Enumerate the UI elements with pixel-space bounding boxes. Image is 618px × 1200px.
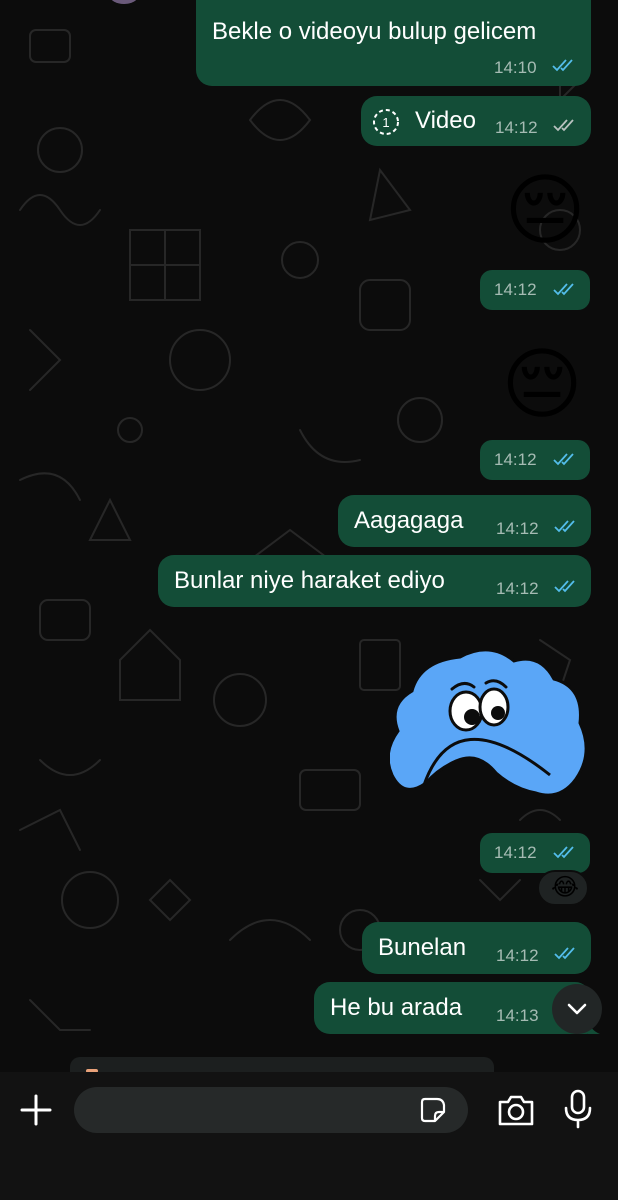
message-bubble[interactable]: Bunlar niye haraket ediyo 14:12: [158, 555, 591, 607]
message-time: 14:12: [494, 843, 537, 862]
sticker-icon[interactable]: [420, 1097, 446, 1123]
message-time: 14:12: [495, 118, 538, 137]
emoji-message[interactable]: 😔: [494, 334, 590, 434]
message-time: 14:13: [496, 1006, 539, 1025]
svg-text:1: 1: [382, 115, 389, 130]
sticker-time-bubble: 14:12: [480, 833, 590, 873]
read-receipt-icon: [554, 520, 575, 533]
voice-message-button[interactable]: [562, 1088, 594, 1130]
delivered-receipt-icon: [553, 119, 574, 132]
message-time: 14:12: [496, 519, 539, 538]
message-text: Bunelan: [378, 934, 467, 961]
video-timer-icon: 1: [373, 109, 399, 135]
reaction-badge[interactable]: 😂: [537, 870, 589, 906]
chat-screen: Bekle o videoyu bulup gelicem 14:10 1 Vi…: [0, 0, 618, 1200]
message-text: Video: [415, 107, 476, 134]
camera-icon: [498, 1095, 534, 1126]
message-text: Bekle o videoyu bulup gelicem: [212, 18, 537, 45]
message-time: 14:12: [496, 946, 539, 965]
sticker-message[interactable]: [390, 645, 590, 805]
read-receipt-icon: [553, 453, 574, 466]
message-input[interactable]: [74, 1087, 468, 1133]
message-time: 14:12: [494, 450, 537, 469]
message-time: 14:10: [494, 58, 537, 77]
message-bubble[interactable]: Bekle o videoyu bulup gelicem 14:10: [196, 0, 591, 86]
message-time: 14:12: [496, 579, 539, 598]
plus-icon: [20, 1094, 52, 1126]
microphone-icon: [564, 1089, 592, 1129]
read-receipt-icon: [553, 283, 574, 296]
reaction-emoji: 😂: [551, 874, 580, 901]
read-receipt-icon: [553, 846, 574, 859]
read-receipt-icon: [552, 59, 573, 72]
read-receipt-icon: [554, 580, 575, 593]
message-time: 14:12: [494, 280, 537, 299]
message-bubble[interactable]: Bunelan 14:12: [362, 922, 591, 974]
emoji-time-bubble: 14:12: [480, 440, 590, 480]
video-message-bubble[interactable]: 1 Video 14:12: [361, 96, 591, 146]
chevron-down-icon: [567, 1003, 587, 1015]
message-bubble[interactable]: Aagagaga 14:12: [338, 495, 591, 547]
emoji-time-bubble: 14:12: [480, 270, 590, 310]
message-text: He bu arada: [330, 994, 463, 1021]
scroll-to-bottom-button[interactable]: [552, 984, 602, 1034]
message-bubble[interactable]: He bu arada 14:13: [314, 982, 591, 1034]
camera-button[interactable]: [496, 1092, 536, 1128]
read-receipt-icon: [554, 947, 575, 960]
emoji-message[interactable]: 😔: [500, 160, 590, 260]
message-text: Bunlar niye haraket ediyo: [174, 567, 445, 594]
attach-button[interactable]: [18, 1092, 54, 1128]
message-text: Aagagaga: [354, 507, 464, 534]
